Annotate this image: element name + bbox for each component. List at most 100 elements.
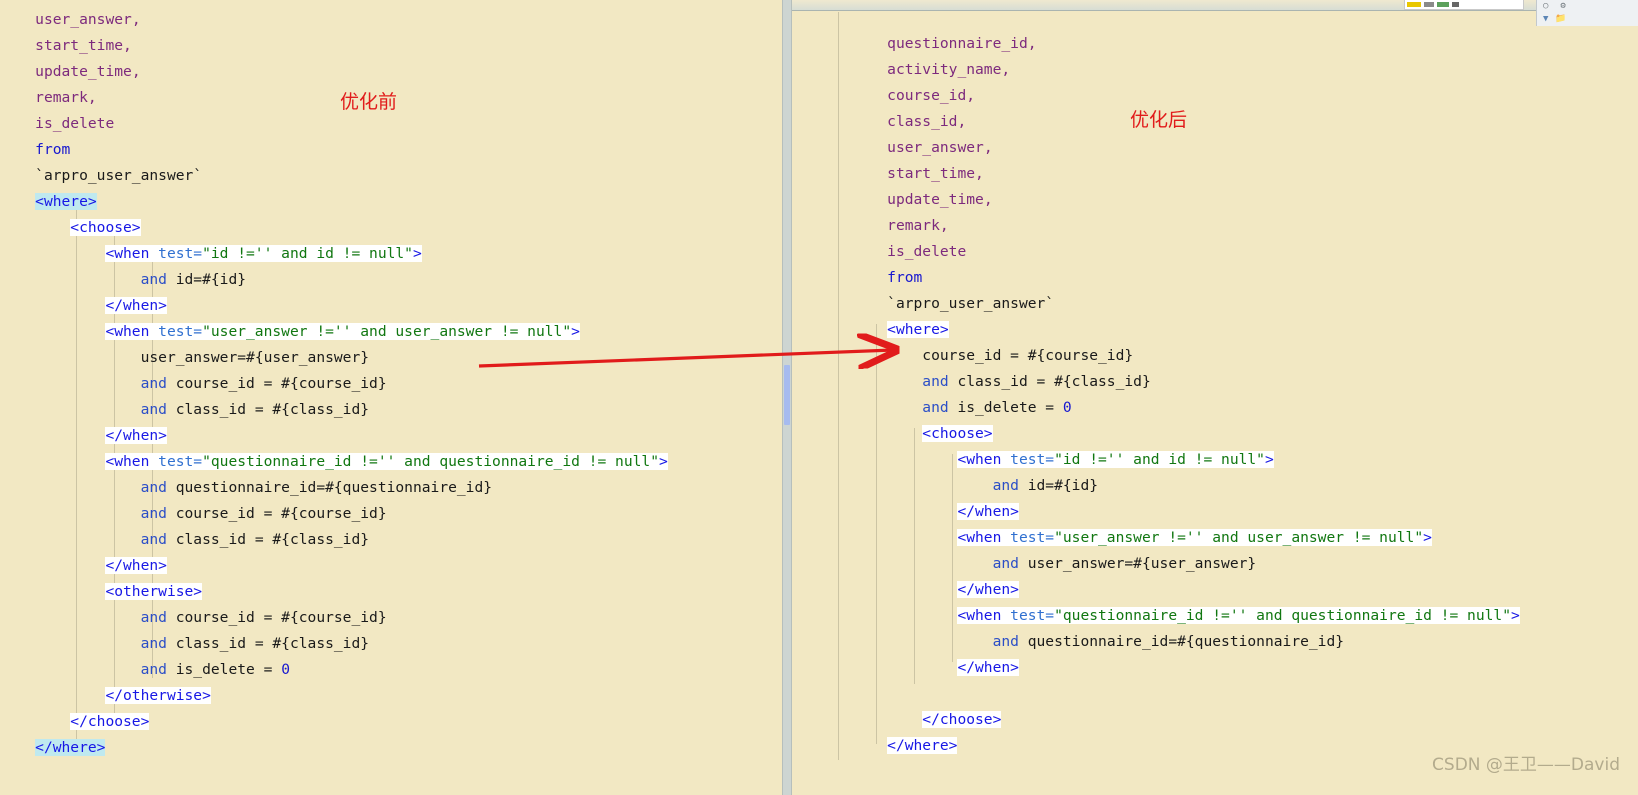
code-token-and: and: [992, 632, 1019, 650]
code-line: remark,: [852, 213, 1520, 239]
code-token-kw: from: [35, 140, 71, 158]
pane-divider-scrollbar[interactable]: [782, 0, 792, 795]
code-line: <when test="user_answer !='' and user_an…: [0, 319, 668, 345]
code-line: </when>: [852, 499, 1520, 525]
toolbar-icons-row: ○⚙: [1543, 1, 1578, 11]
before-optimization-code[interactable]: user_answer, start_time, update_time, re…: [0, 7, 668, 761]
code-token-col: update_time: [35, 62, 132, 80]
code-token-col: remark: [887, 216, 940, 234]
code-token-and: and: [140, 634, 167, 652]
code-token-num: 0: [281, 660, 290, 678]
code-line: is_delete: [852, 239, 1520, 265]
code-token-col: questionnaire_id: [887, 34, 1028, 52]
code-token-plain: questionnaire_id=#{questionnaire_id}: [1018, 632, 1345, 650]
code-token-and: and: [922, 398, 949, 416]
after-optimization-pane[interactable]: questionnaire_id, activity_name, course_…: [792, 0, 1638, 795]
code-line: <choose>: [852, 421, 1520, 447]
code-token-and: and: [140, 400, 167, 418]
code-line: and class_id = #{class_id}: [852, 369, 1520, 395]
code-token-attr: test=: [149, 322, 203, 340]
code-token-and: and: [992, 554, 1019, 572]
code-line: and is_delete = 0: [852, 395, 1520, 421]
code-line: </when>: [852, 655, 1520, 681]
code-token-tag: </when>: [957, 658, 1019, 676]
code-token-tick: `arpro_user_answer`: [887, 294, 1055, 312]
partial-toolbar-swatches[interactable]: [1404, 0, 1524, 10]
partial-toolbar-right[interactable]: ○⚙ ▼📁: [1536, 0, 1638, 26]
code-line: and id=#{id}: [852, 473, 1520, 499]
before-optimization-pane[interactable]: user_answer, start_time, update_time, re…: [0, 0, 782, 795]
code-line: `arpro_user_answer`: [852, 291, 1520, 317]
code-token-col: user_answer: [887, 138, 984, 156]
code-line: </choose>: [0, 709, 668, 735]
code-token-plain: course_id = #{course_id}: [922, 346, 1134, 364]
code-line: <otherwise>: [0, 579, 668, 605]
before-label: 优化前: [340, 91, 398, 113]
code-line: user_answer,: [0, 7, 668, 33]
code-token-and: and: [992, 476, 1019, 494]
code-line: and user_answer=#{user_answer}: [852, 551, 1520, 577]
code-token-col: remark: [35, 88, 88, 106]
code-token-plain: class_id = #{class_id}: [948, 372, 1151, 390]
code-token-tagopen: <when: [957, 606, 1002, 624]
scrollbar-thumb[interactable]: [784, 365, 790, 425]
after-optimization-code[interactable]: questionnaire_id, activity_name, course_…: [852, 31, 1520, 759]
dark-swatch-icon: [1452, 2, 1459, 7]
toolbar-folder-row: ▼📁: [1543, 14, 1574, 24]
code-line: <where>: [852, 317, 1520, 343]
code-token-tagclose: >: [412, 244, 422, 262]
code-token-str: "questionnaire_id !='' and questionnaire…: [1054, 606, 1511, 624]
code-line: and class_id = #{class_id}: [0, 397, 668, 423]
code-token-tagopen: <when: [957, 450, 1002, 468]
code-line: <when test="questionnaire_id !='' and qu…: [852, 603, 1520, 629]
code-token-str: "questionnaire_id !='' and questionnaire…: [202, 452, 659, 470]
code-token-col: start_time: [887, 164, 976, 182]
code-token-plain: user_answer=#{user_answer}: [140, 348, 370, 366]
code-line: user_answer,: [852, 135, 1520, 161]
code-token-tag: </where>: [887, 736, 958, 754]
code-token-plain: id=#{id}: [1018, 476, 1099, 494]
code-line: <when test="id !='' and id != null">: [0, 241, 668, 267]
code-token-punct: ,: [131, 10, 141, 28]
code-token-tagclose: >: [1264, 450, 1274, 468]
code-token-tag: </when>: [957, 580, 1019, 598]
code-token-str: "user_answer !='' and user_answer != nul…: [202, 322, 572, 340]
code-token-col: course_id: [887, 86, 967, 104]
code-token-plain: class_id = #{class_id}: [166, 634, 370, 652]
code-token-plain: is_delete =: [166, 660, 282, 678]
code-line: <when test="id !='' and id != null">: [852, 447, 1520, 473]
code-token-num: 0: [1062, 398, 1072, 416]
code-line: </otherwise>: [0, 683, 668, 709]
code-line: </when>: [0, 553, 668, 579]
code-token-plain: class_id = #{class_id}: [166, 400, 370, 418]
code-token-tag: <where>: [887, 320, 949, 338]
code-line: and questionnaire_id=#{questionnaire_id}: [0, 475, 668, 501]
code-token-str: "id !='' and id != null": [202, 244, 413, 262]
yellow-swatch-icon: [1407, 2, 1421, 7]
code-token-tagsel: <where>: [35, 192, 97, 210]
code-line: <when test="user_answer !='' and user_an…: [852, 525, 1520, 551]
code-token-tag: <choose>: [70, 218, 141, 236]
code-line: and course_id = #{course_id}: [0, 371, 668, 397]
code-token-tagclose: >: [571, 322, 580, 340]
code-line: </when>: [0, 293, 668, 319]
code-token-tagopen: <when: [105, 322, 150, 340]
